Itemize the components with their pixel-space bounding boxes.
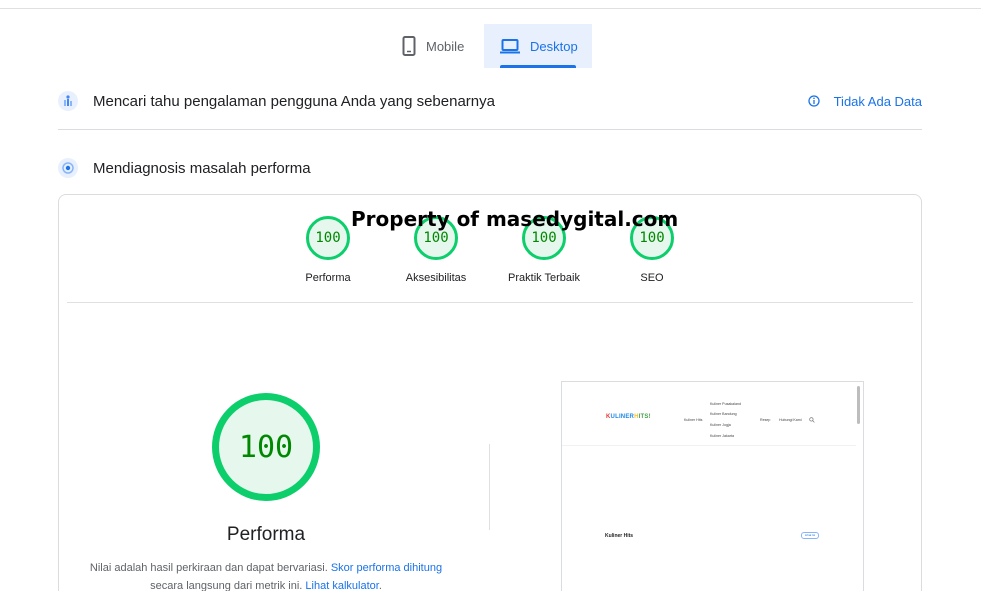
tab-desktop-label: Desktop xyxy=(530,38,578,54)
note-text-1: Nilai adalah hasil perkiraan dan dapat b… xyxy=(89,562,331,574)
no-data-link[interactable]: Tidak Ada Data xyxy=(807,93,922,109)
gauge-seo-label: SEO xyxy=(640,272,664,284)
diagnose-row: Mendiagnosis masalah performa xyxy=(58,157,922,179)
gauge-performance-score: 100 xyxy=(306,216,350,260)
tab-mobile-label: Mobile xyxy=(426,38,465,54)
score-calculated-link[interactable]: Skor performa dihitung xyxy=(331,562,442,574)
vertical-divider xyxy=(489,444,490,530)
preview-header: KULINERHITS! Kuliner Hits Kuliner Pusaka… xyxy=(562,382,856,446)
tab-desktop[interactable]: Desktop xyxy=(484,24,592,68)
preview-nav-item: Kuliner Jakarta xyxy=(710,434,734,438)
gauge-best-practices-label: Praktik Terbaik xyxy=(508,272,580,284)
note-text-2: secara langsung dari metrik ini. xyxy=(150,580,306,591)
gauge-performance-label: Performa xyxy=(305,272,351,284)
calculator-link[interactable]: Lihat kalkulator xyxy=(305,580,378,591)
field-data-title: Mencari tahu pengalaman pengguna Anda ya… xyxy=(93,92,495,110)
no-data-label: Tidak Ada Data xyxy=(833,93,922,109)
users-icon xyxy=(58,91,78,111)
field-data-row: Mencari tahu pengalaman pengguna Anda ya… xyxy=(58,90,922,112)
page-screenshot-preview: KULINERHITS! Kuliner Hits Kuliner Pusaka… xyxy=(561,381,864,591)
phone-icon xyxy=(402,36,416,56)
preview-nav-item: Kuliner Bandung xyxy=(710,412,737,416)
top-divider xyxy=(0,8,981,9)
preview-nav-item: Kuliner Pusakaland xyxy=(710,402,741,406)
lighthouse-icon xyxy=(58,158,78,178)
diagnose-title: Mendiagnosis masalah performa xyxy=(93,159,311,177)
preview-nav-item: Kuliner Hits xyxy=(684,418,703,422)
note-end: . xyxy=(378,580,382,591)
tab-mobile[interactable]: Mobile xyxy=(388,24,484,68)
section-divider xyxy=(58,129,922,130)
preview-search-icon xyxy=(809,417,815,423)
preview-logo: KULINERHITS! xyxy=(606,414,651,420)
preview-nav-item: Resep xyxy=(760,418,771,422)
preview-button: Lihat Isi xyxy=(801,532,819,539)
preview-scrollbar xyxy=(857,386,860,424)
watermark-text: Property of masedygital.com xyxy=(351,207,679,231)
gauge-accessibility-label: Aksesibilitas xyxy=(405,272,467,284)
device-tabs: Mobile Desktop xyxy=(388,24,592,68)
preview-heading: Kuliner Hits xyxy=(605,533,634,539)
card-divider xyxy=(67,302,913,303)
laptop-icon xyxy=(500,39,520,54)
performance-score-gauge: 100 xyxy=(212,393,320,501)
performance-note: Nilai adalah hasil perkiraan dan dapat b… xyxy=(80,559,452,591)
preview-nav-item: Hubungi Kami xyxy=(779,418,802,422)
preview-nav-item: Kuliner Jogja xyxy=(710,423,731,427)
info-icon xyxy=(807,95,820,107)
performance-title: Performa xyxy=(226,524,306,545)
